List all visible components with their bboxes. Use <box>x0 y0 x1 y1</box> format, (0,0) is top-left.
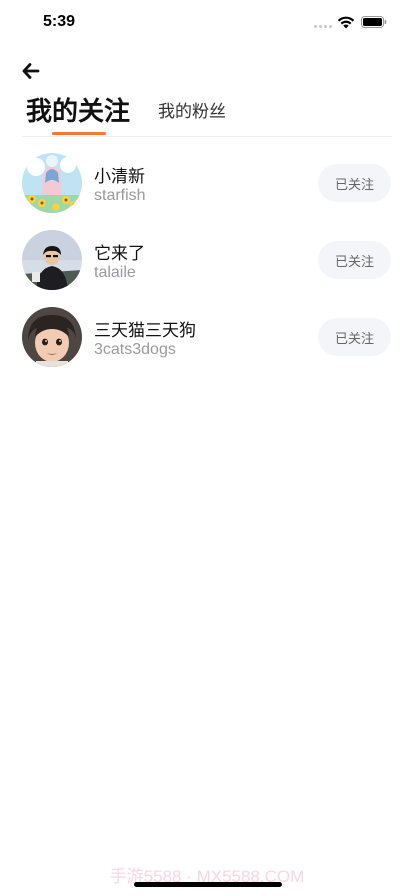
list-item[interactable]: 它来了 talaile 已关注 <box>0 227 414 304</box>
list-item[interactable]: 三天猫三天狗 3cats3dogs 已关注 <box>0 304 414 381</box>
avatar-photo-image <box>22 230 82 290</box>
status-time: 5:39 <box>43 13 76 30</box>
avatar[interactable] <box>22 230 82 290</box>
following-button[interactable]: 已关注 <box>318 318 391 356</box>
tab-bar: 我的关注 我的粉丝 <box>0 92 414 136</box>
screen: 5:39 我的关注 我的粉丝 小清新 starfish 已关注 它来了 tala… <box>0 0 414 896</box>
user-handle: talaile <box>94 264 136 281</box>
status-bar: 5:39 <box>0 0 414 44</box>
avatar[interactable] <box>22 307 82 367</box>
user-handle: starfish <box>94 187 146 204</box>
following-button[interactable]: 已关注 <box>318 164 391 202</box>
following-list: 小清新 starfish 已关注 它来了 talaile 已关注 三天猫三天狗 … <box>0 150 414 381</box>
avatar-illustration-image <box>22 153 82 213</box>
user-handle: 3cats3dogs <box>94 341 176 358</box>
header-divider <box>22 136 392 137</box>
arrow-left-icon <box>22 63 40 79</box>
following-button[interactable]: 已关注 <box>318 241 391 279</box>
cellular-signal-icon <box>314 25 332 28</box>
avatar[interactable] <box>22 153 82 213</box>
user-name: 小清新 <box>94 167 145 187</box>
home-indicator[interactable] <box>134 882 282 887</box>
list-item[interactable]: 小清新 starfish 已关注 <box>0 150 414 227</box>
user-name: 三天猫三天狗 <box>94 321 196 341</box>
tab-following[interactable]: 我的关注 <box>26 91 130 128</box>
back-button[interactable] <box>20 60 42 82</box>
battery-icon <box>361 16 387 28</box>
avatar-photo-image <box>22 307 82 367</box>
tab-fans[interactable]: 我的粉丝 <box>158 97 226 122</box>
user-name: 它来了 <box>94 244 145 264</box>
wifi-icon <box>337 16 355 29</box>
active-tab-indicator <box>52 132 106 135</box>
